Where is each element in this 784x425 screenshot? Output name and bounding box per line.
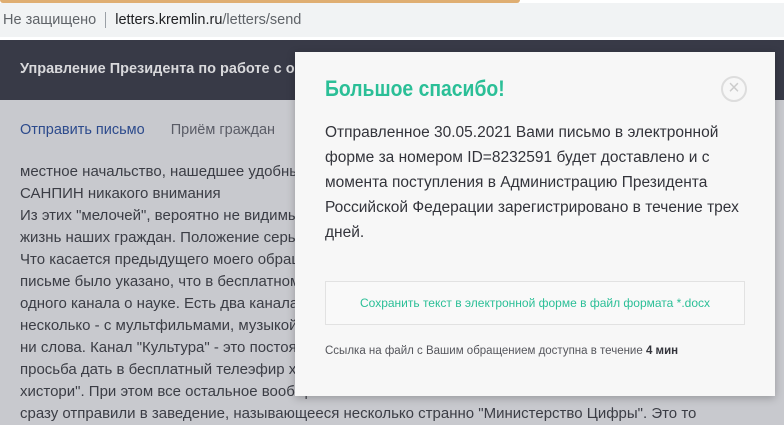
modal-title: Большое спасибо! [325,76,505,101]
url-host: letters.kremlin.ru [115,12,223,28]
site-title: Управление Президента по работе с об [20,61,304,77]
link-availability-note: Ссылка на файл с Вашим обращением доступ… [325,345,678,357]
divider [105,12,107,28]
address-bar[interactable]: Не защищено letters.kremlin.ru/letters/s… [0,3,784,37]
security-indicator[interactable]: Не защищено [3,12,96,28]
save-docx-button[interactable]: Сохранить текст в электронной форме в фа… [325,281,745,325]
modal-message: Отправленное 30.05.2021 Вами письмо в эл… [325,124,739,241]
success-modal: Большое спасибо! × Отправленное 30.05.20… [295,52,775,396]
note-time: 4 мин [645,345,679,357]
url-path: /letters/send [222,12,302,28]
text-line: сразу отправили в заведение, называющеес… [20,405,697,422]
note-text: Ссылка на файл с Вашим обращением доступ… [325,345,643,357]
close-icon[interactable]: × [721,76,747,102]
